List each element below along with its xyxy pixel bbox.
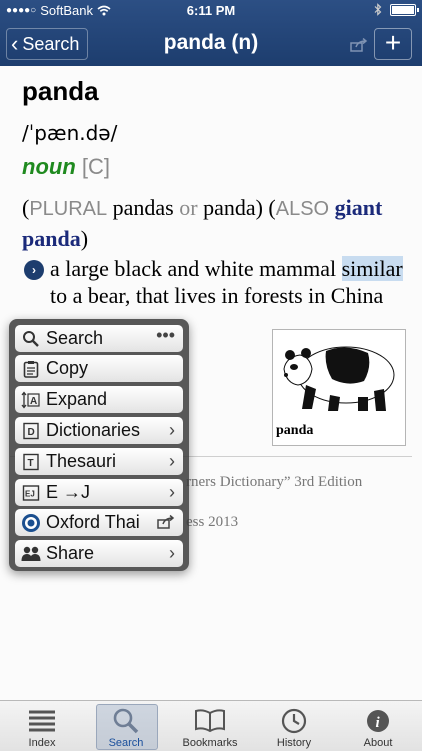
selected-word[interactable]: similar: [341, 256, 403, 281]
copyright-text: ess 2013: [186, 514, 239, 530]
thesaurus-icon: T: [21, 452, 41, 472]
definition-text: a large black and white mammal: [50, 256, 337, 281]
panda-drawing: [283, 346, 395, 411]
pronunciation: /ˈpæn.də/: [22, 121, 118, 145]
tab-about[interactable]: i About: [336, 701, 420, 751]
tab-search[interactable]: Search: [84, 701, 168, 751]
chevron-right-icon: ›: [169, 451, 175, 471]
share-icon: [157, 514, 175, 529]
menu-item-label: Dictionaries: [46, 420, 141, 440]
tab-label: About: [363, 737, 393, 749]
clock: 6:11 PM: [186, 3, 236, 18]
chevron-right-icon: ›: [169, 543, 175, 563]
clipboard-icon: [21, 359, 41, 379]
context-menu: Search ••• Copy A Expand D Dictionaries …: [9, 319, 189, 571]
tab-label: Bookmarks: [182, 737, 238, 749]
menu-item-label: Expand: [46, 389, 108, 409]
menu-item-label: Search: [46, 328, 104, 348]
book-icon: [168, 707, 252, 735]
menu-item-label: Oxford Thai: [46, 512, 140, 532]
sense-arrow-icon[interactable]: ›: [24, 260, 44, 280]
plural-form: panda: [203, 195, 256, 220]
menu-item-label: Share: [46, 543, 95, 563]
tab-bar: Index Search Bookmarks History i About: [0, 700, 422, 751]
clock-icon: [252, 707, 336, 735]
menu-item-expand[interactable]: A Expand: [15, 386, 183, 413]
grammar-code: [C]: [81, 154, 111, 179]
tab-label: History: [276, 737, 312, 749]
menu-item-e-to-j[interactable]: EJ E →J ›: [15, 479, 183, 506]
svg-text:EJ: EJ: [25, 489, 35, 498]
menu-item-search[interactable]: Search •••: [15, 325, 183, 352]
plural-form: pandas: [112, 195, 174, 220]
people-icon: [21, 544, 41, 564]
plural-info: (PLURAL pandas or panda) (ALSO giant pan…: [22, 195, 383, 251]
more-icon[interactable]: •••: [156, 325, 175, 346]
svg-text:T: T: [28, 458, 34, 469]
search-icon: [21, 329, 41, 349]
battery-icon: [390, 3, 419, 16]
panda-illustration[interactable]: panda: [272, 329, 406, 446]
menu-item-dictionaries[interactable]: D Dictionaries ›: [15, 417, 183, 444]
dictionary-icon: D: [21, 421, 41, 441]
share-icon[interactable]: [350, 38, 368, 52]
definition-text: to a bear, that lives in forests in Chin…: [50, 283, 384, 308]
menu-item-label: Copy: [46, 358, 89, 378]
part-of-speech-line: noun [C]: [22, 154, 110, 180]
oxford-thai-icon: [21, 513, 41, 533]
menu-item-share[interactable]: Share ›: [15, 540, 183, 567]
tab-history[interactable]: History: [252, 701, 336, 751]
ej-icon: EJ: [21, 483, 41, 503]
chevron-right-icon: ›: [169, 482, 175, 502]
also-label: ALSO: [275, 198, 330, 220]
menu-item-copy[interactable]: Copy: [15, 355, 183, 382]
status-bar: ●●●●○ SoftBank 6:11 PM: [0, 0, 422, 22]
chevron-right-icon: ›: [169, 420, 175, 440]
tab-index[interactable]: Index: [0, 701, 84, 751]
list-icon: [0, 707, 84, 735]
tab-label: Index: [28, 737, 56, 749]
svg-text:D: D: [28, 427, 35, 438]
menu-item-oxford-thai[interactable]: Oxford Thai: [15, 509, 183, 536]
copyright-text: rners Dictionary” 3rd Edition: [186, 474, 363, 490]
entry-headword: panda: [22, 76, 99, 106]
or-text: or: [179, 195, 198, 220]
picture-caption: panda: [276, 423, 314, 438]
info-icon: i: [336, 707, 420, 735]
part-of-speech: noun: [22, 154, 76, 179]
menu-item-thesauri[interactable]: T Thesauri ›: [15, 448, 183, 475]
menu-item-label: E →J: [46, 482, 91, 502]
definition: a large black and white mammal similar t…: [50, 255, 410, 309]
bluetooth-icon: [374, 3, 382, 16]
search-icon: [84, 707, 168, 735]
menu-item-label: Thesauri: [46, 451, 117, 471]
plural-label: PLURAL: [29, 198, 108, 220]
add-button[interactable]: +: [374, 28, 412, 60]
tab-label: Search: [108, 737, 144, 749]
svg-text:A: A: [30, 396, 37, 407]
expand-icon: A: [21, 390, 41, 410]
tab-bookmarks[interactable]: Bookmarks: [168, 701, 252, 751]
navigation-bar: ●●●●○ SoftBank 6:11 PM ‹ Search panda (n…: [0, 0, 422, 66]
